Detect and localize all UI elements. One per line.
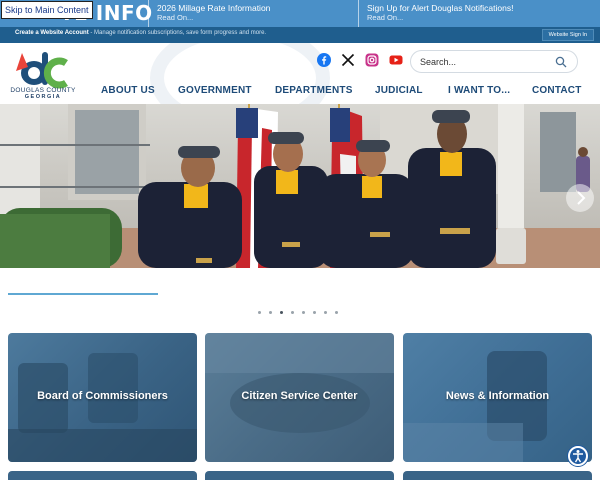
hero-slider [0,104,600,268]
slider-dot-active[interactable] [280,311,283,314]
accessibility-icon [573,450,583,463]
county-logo[interactable]: DOUGLAS COUNTY GEORGIA [8,49,78,101]
nav-item-departments[interactable]: DEPARTMENTS [275,85,353,96]
accessibility-button[interactable] [568,446,588,466]
chevron-right-icon [577,191,586,205]
slider-dot[interactable] [269,311,272,314]
logo-state-name: GEORGIA [24,94,62,100]
card-news-information[interactable]: News & Information [403,333,592,462]
nav-item-contact[interactable]: CONTACT [532,85,582,96]
x-icon[interactable] [341,53,355,67]
skip-to-main-link[interactable]: Skip to Main Content [1,1,93,19]
alert-item-read-on[interactable]: Read On... [367,13,600,23]
slider-next-button[interactable] [566,184,594,212]
create-account-link[interactable]: Create a Website Account [15,30,89,36]
card-label: Citizen Service Center [241,390,358,402]
nav-item-about-us[interactable]: ABOUT US [101,85,155,96]
youtube-icon[interactable] [389,53,403,67]
search-icon[interactable] [555,56,567,68]
slider-dot[interactable] [335,311,338,314]
slider-dot[interactable] [302,311,305,314]
alert-item-millage[interactable]: 2026 Millage Rate Information Read On... [148,0,358,27]
section-divider [8,293,158,295]
alert-item-title: 2026 Millage Rate Information [157,3,271,13]
nav-item-judicial[interactable]: JUDICIAL [375,85,423,96]
slider-dot[interactable] [324,311,327,314]
logo-county-name: DOUGLAS COUNTY [10,87,76,94]
card-row2-2[interactable] [205,471,394,480]
slider-dot[interactable] [313,311,316,314]
card-citizen-service-center[interactable]: Citizen Service Center [205,333,394,462]
search-input[interactable] [420,55,550,69]
nav-item-i-want-to[interactable]: I WANT TO... [448,85,510,96]
slider-dot[interactable] [258,311,261,314]
card-label: Board of Commissioners [37,390,168,402]
card-board-of-commissioners[interactable]: Board of Commissioners [8,333,197,462]
create-account-description: - Manage notification subscriptions, sav… [88,30,267,36]
slider-dot[interactable] [291,311,294,314]
card-label: News & Information [445,390,550,402]
website-sign-in-button[interactable]: Website Sign In [541,29,594,41]
alert-item-alert-douglas[interactable]: Sign Up for Alert Douglas Notifications!… [358,0,600,27]
alert-item-title: Sign Up for Alert Douglas Notifications! [367,3,514,13]
account-bar: Create a Website Account - Manage notifi… [0,27,600,43]
site-search [410,50,578,73]
alert-item-read-on[interactable]: Read On... [157,13,358,23]
hero-image [0,104,600,268]
card-row2-1[interactable] [8,471,197,480]
site-header: DOUGLAS COUNTY GEORGIA ABOUT US GOVERNME… [0,43,600,104]
main-nav: ABOUT US GOVERNMENT DEPARTMENTS JUDICIAL… [96,85,596,101]
facebook-icon[interactable] [317,53,331,67]
nav-item-government[interactable]: GOVERNMENT [178,85,252,96]
create-account-text: Create a Website Account - Manage notifi… [15,30,266,36]
slider-pagination [258,311,348,315]
instagram-icon[interactable] [365,53,379,67]
card-row2-3[interactable] [403,471,592,480]
dc-logo-mark [16,52,68,89]
